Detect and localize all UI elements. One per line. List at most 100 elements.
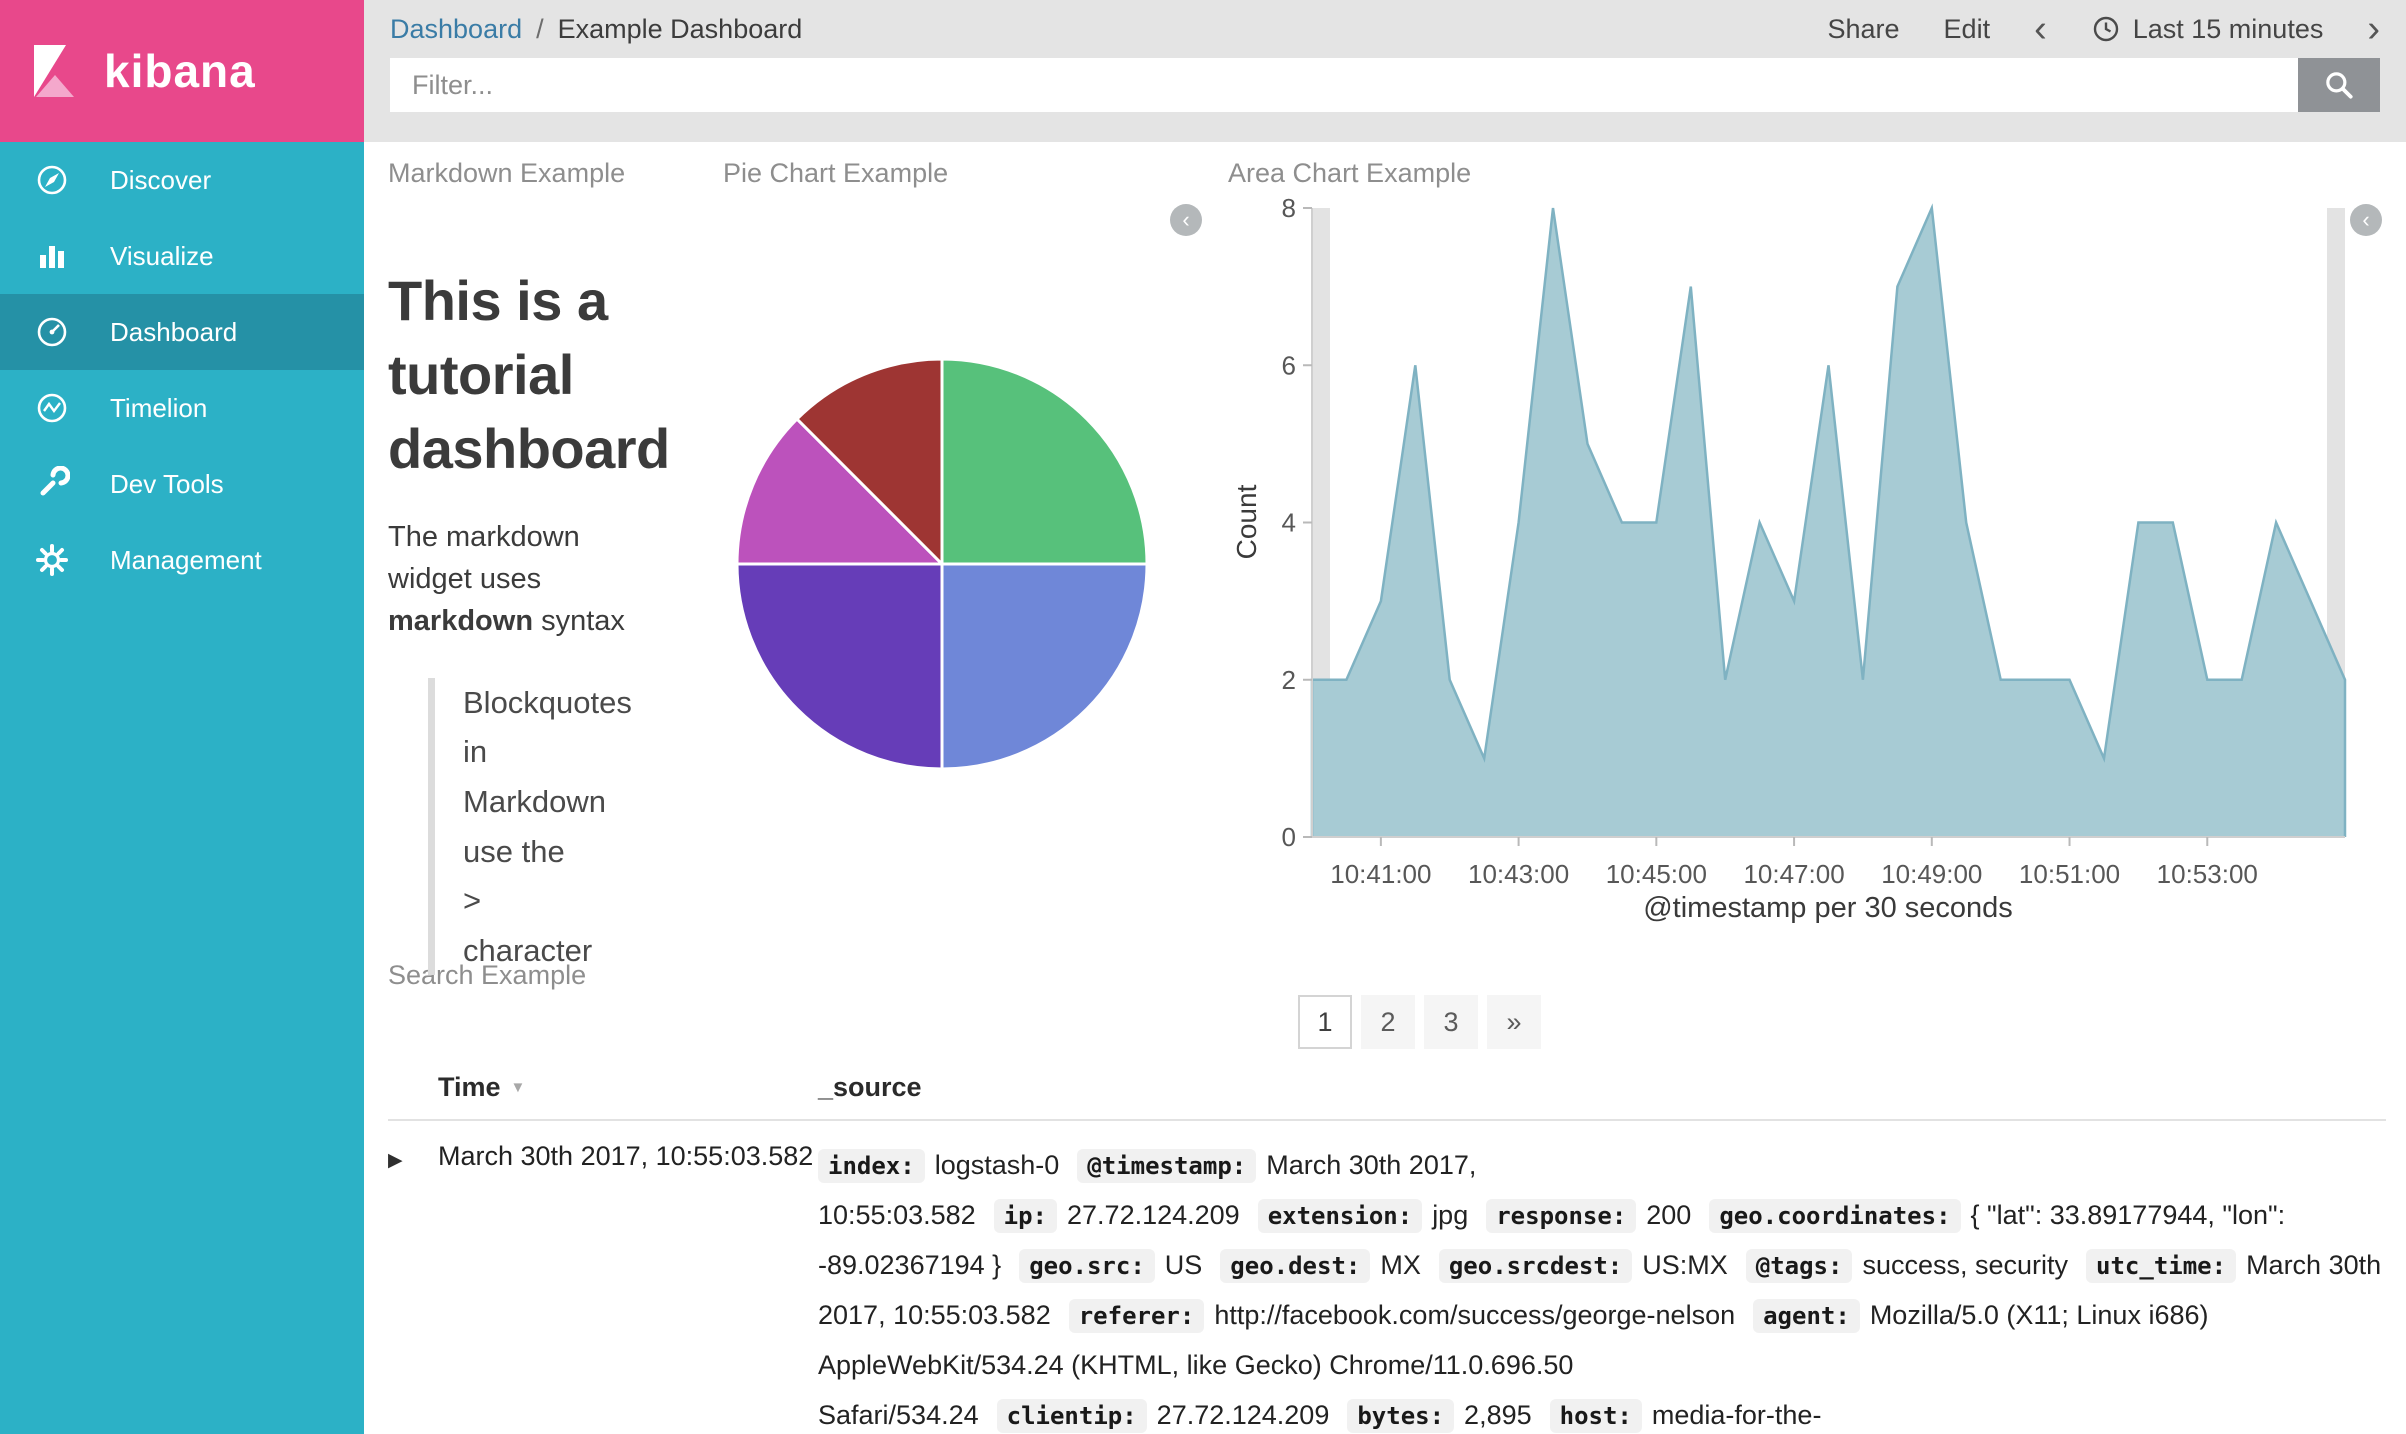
filter-bar bbox=[364, 58, 2406, 112]
page-button-3[interactable]: 3 bbox=[1424, 995, 1478, 1049]
field-value: MX bbox=[1380, 1249, 1421, 1280]
dashboard-grid: Markdown Example Pie Chart Example Area … bbox=[364, 142, 2406, 1434]
time-range-picker[interactable]: Last 15 minutes bbox=[2091, 13, 2324, 45]
area-panel-title: Area Chart Example bbox=[1228, 158, 1472, 188]
gauge-icon bbox=[37, 317, 67, 347]
markdown-bold-word: markdown bbox=[388, 604, 534, 637]
sidebar-nav: Discover Visualize Dashboard Timelion De… bbox=[0, 142, 364, 598]
svg-text:10:41:00: 10:41:00 bbox=[1330, 859, 1431, 889]
sort-descending-icon: ▼ bbox=[510, 1079, 526, 1096]
svg-text:10:45:00: 10:45:00 bbox=[1606, 859, 1707, 889]
filter-input[interactable] bbox=[390, 58, 2298, 112]
area-chart[interactable]: 0 2 4 6 8 10:41:00 10:43:00 10:45:00 10:47:00 10:… bbox=[1232, 198, 2406, 938]
svg-text:10:43:00: 10:43:00 bbox=[1468, 859, 1569, 889]
page-button-last[interactable]: » bbox=[1487, 995, 1541, 1049]
page-button-2[interactable]: 2 bbox=[1361, 995, 1415, 1049]
time-range-label: Last 15 minutes bbox=[2132, 13, 2324, 44]
markdown-widget: This is a tutorial dashboard The markdow… bbox=[388, 238, 722, 1006]
field-name-badge: geo.dest: bbox=[1220, 1248, 1371, 1283]
field-value: 27.72.124.209 bbox=[1067, 1199, 1240, 1230]
field-name-badge: clientip: bbox=[996, 1398, 1147, 1433]
svg-text:10:47:00: 10:47:00 bbox=[1743, 859, 1844, 889]
field-name-badge: extension: bbox=[1257, 1198, 1423, 1233]
clock-icon bbox=[2093, 16, 2118, 42]
kibana-logo[interactable]: kibana bbox=[0, 0, 364, 142]
kibana-logo-icon bbox=[34, 45, 74, 97]
field-name-badge: @tags: bbox=[1745, 1248, 1853, 1283]
gear-icon bbox=[36, 544, 68, 576]
time-series-icon bbox=[37, 393, 67, 423]
page-button-1[interactable]: 1 bbox=[1298, 995, 1352, 1049]
row-time: March 30th 2017, 10:55:03.582 bbox=[438, 1141, 814, 1171]
markdown-blockquote: Blockquotes in Markdown use the > charac… bbox=[428, 677, 632, 976]
sidebar-item-label: Discover bbox=[110, 164, 212, 195]
sidebar-item-label: Dev Tools bbox=[110, 468, 224, 499]
breadcrumb: Dashboard / Example Dashboard Share Edit… bbox=[364, 0, 2406, 58]
pie-panel-collapse-button[interactable]: ‹ bbox=[1170, 204, 1202, 236]
wrench-icon bbox=[40, 466, 70, 496]
sidebar-item-label: Timelion bbox=[110, 392, 208, 423]
pie-slice-1[interactable] bbox=[940, 357, 1149, 566]
time-forward-button[interactable]: › bbox=[2367, 10, 2380, 48]
kibana-app: kibana Discover Visualize Dashboard Time… bbox=[0, 0, 2406, 1434]
edit-button[interactable]: Edit bbox=[1944, 14, 1991, 45]
markdown-panel-title: Markdown Example bbox=[388, 158, 626, 188]
column-header-time[interactable]: Time ▼ bbox=[438, 1072, 818, 1103]
row-source: index: logstash-0 @timestamp: March 30th 20… bbox=[818, 1141, 2386, 1434]
field-name-badge: ip: bbox=[993, 1198, 1058, 1233]
bar-chart-icon bbox=[40, 246, 64, 268]
pie-chart[interactable] bbox=[732, 354, 1152, 774]
field-name-badge: agent: bbox=[1753, 1298, 1860, 1333]
topbar-actions: Share Edit ‹ Last 15 minutes › bbox=[1827, 10, 2380, 48]
markdown-paragraph: The markdown widget uses markdown syntax bbox=[388, 520, 625, 637]
sidebar-item-dev-tools[interactable]: Dev Tools bbox=[0, 446, 364, 522]
search-results-table: Time ▼ _source ▶ March 30th 2017, 10:55:0… bbox=[388, 1072, 2386, 1434]
field-name-badge: index: bbox=[818, 1149, 925, 1183]
field-value: http://facebook.com/success/george-nelso… bbox=[1214, 1299, 1736, 1330]
field-value: US:MX bbox=[1642, 1249, 1728, 1280]
table-row: ▶ March 30th 2017, 10:55:03.582 index: logs… bbox=[388, 1121, 2386, 1434]
pie-slice-3[interactable] bbox=[735, 562, 944, 771]
svg-text:8: 8 bbox=[1282, 198, 1296, 223]
pie-panel-title: Pie Chart Example bbox=[723, 158, 949, 188]
search-icon bbox=[2326, 72, 2353, 99]
sidebar-item-label: Dashboard bbox=[110, 316, 238, 347]
svg-text:10:53:00: 10:53:00 bbox=[2157, 859, 2258, 889]
pie-slice-2[interactable] bbox=[940, 562, 1149, 771]
sidebar-item-label: Management bbox=[110, 544, 262, 575]
row-expand-icon[interactable]: ▶ bbox=[388, 1141, 438, 1434]
field-value: 27.72.124.209 bbox=[1156, 1399, 1330, 1430]
field-name-badge: referer: bbox=[1068, 1298, 1205, 1333]
svg-text:10:51:00: 10:51:00 bbox=[2019, 859, 2120, 889]
svg-text:10:49:00: 10:49:00 bbox=[1881, 859, 1982, 889]
sidebar-item-dashboard[interactable]: Dashboard bbox=[0, 294, 364, 370]
field-name-badge: bytes: bbox=[1347, 1398, 1455, 1433]
sidebar-item-timelion[interactable]: Timelion bbox=[0, 370, 364, 446]
field-value: 200 bbox=[1646, 1199, 1692, 1230]
sidebar-item-label: Visualize bbox=[110, 240, 214, 271]
breadcrumb-current: Example Dashboard bbox=[557, 13, 803, 44]
search-button[interactable] bbox=[2298, 58, 2380, 112]
breadcrumb-separator: / bbox=[536, 13, 544, 44]
field-value: US bbox=[1164, 1249, 1203, 1280]
table-header: Time ▼ _source bbox=[388, 1072, 2386, 1121]
sidebar-item-visualize[interactable]: Visualize bbox=[0, 218, 364, 294]
area-x-axis-label: @timestamp per 30 seconds bbox=[1643, 892, 2013, 924]
topbar: Dashboard / Example Dashboard Share Edit… bbox=[364, 0, 2406, 142]
compass-icon bbox=[37, 165, 67, 195]
share-button[interactable]: Share bbox=[1827, 14, 1899, 45]
svg-text:2: 2 bbox=[1282, 665, 1296, 695]
markdown-heading: This is a tutorial dashboard bbox=[388, 269, 670, 480]
field-value: success, security bbox=[1862, 1249, 2069, 1280]
field-value: logstash-0 bbox=[934, 1150, 1060, 1180]
sidebar-item-management[interactable]: Management bbox=[0, 522, 364, 598]
time-back-button[interactable]: ‹ bbox=[2034, 10, 2047, 48]
field-name-badge: geo.srcdest: bbox=[1438, 1248, 1633, 1283]
search-table-body: ▶ March 30th 2017, 10:55:03.582 index: logs… bbox=[388, 1121, 2386, 1434]
sidebar-item-discover[interactable]: Discover bbox=[0, 142, 364, 218]
field-name-badge: response: bbox=[1486, 1198, 1637, 1233]
column-header-source: _source bbox=[818, 1072, 922, 1102]
breadcrumb-dashboard-link[interactable]: Dashboard bbox=[390, 14, 522, 45]
field-name-badge: host: bbox=[1549, 1398, 1642, 1433]
svg-text:4: 4 bbox=[1282, 508, 1296, 538]
